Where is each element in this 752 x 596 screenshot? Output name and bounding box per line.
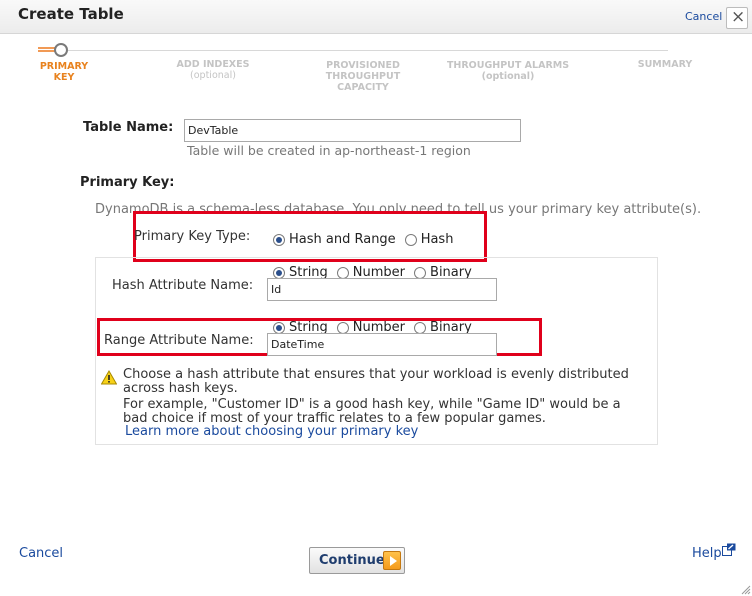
close-button[interactable]: × [726,7,748,29]
pk-type-hash-and-range[interactable]: Hash and Range [273,232,396,247]
radio-selected-icon[interactable] [273,321,285,334]
cancel-link[interactable]: Cancel [19,546,63,561]
external-link-icon [722,543,736,556]
dialog-title: Create Table [18,5,124,23]
primary-key-type-label: Primary Key Type: [134,229,251,244]
wizard-step-provisioned-throughput: PROVISIONED THROUGHPUT CAPACITY [325,60,401,93]
continue-button-label: Continue [319,553,385,568]
wizard-current-step-icon [54,43,68,57]
pk-type-hash[interactable]: Hash [404,232,453,247]
table-name-label: Table Name: [83,120,174,135]
close-icon: × [731,7,746,27]
radio-icon[interactable] [404,233,417,246]
hash-attr-label: Hash Attribute Name: [112,278,254,293]
table-region-note: Table will be created in ap-northeast-1 … [187,143,471,158]
learn-more-link[interactable]: Learn more about choosing your primary k… [125,424,418,439]
wizard-track [68,50,668,51]
hash-key-tip: Choose a hash attribute that ensures tha… [123,367,629,426]
radio-icon[interactable] [414,266,427,279]
range-attr-input[interactable] [267,333,497,356]
radio-selected-icon[interactable] [273,233,285,246]
arrow-right-icon [383,551,401,570]
wizard-step-primary-key: PRIMARY KEY [39,61,89,83]
radio-icon[interactable] [336,266,349,279]
radio-selected-icon[interactable] [273,266,285,279]
wizard-step-summary: SUMMARY [637,59,693,70]
cancel-link-top[interactable]: Cancel [685,10,722,23]
warning-icon [101,370,117,385]
primary-key-label: Primary Key: [80,175,175,190]
hash-attr-input[interactable] [267,278,497,301]
continue-button[interactable]: Continue [309,547,405,574]
radio-icon[interactable] [414,321,427,334]
table-name-input[interactable] [184,119,521,142]
range-attr-label: Range Attribute Name: [104,333,254,348]
wizard-step-add-indexes: ADD INDEXES (optional) [176,59,250,81]
help-link[interactable]: Help [692,546,722,561]
wizard-step-throughput-alarms: THROUGHPUT ALARMS (optional) [446,60,570,82]
primary-key-type-radios: Hash and Range Hash [273,232,462,247]
resize-grip-icon[interactable] [739,583,751,595]
radio-icon[interactable] [336,321,349,334]
dialog-header: Create Table Cancel × [0,0,752,34]
